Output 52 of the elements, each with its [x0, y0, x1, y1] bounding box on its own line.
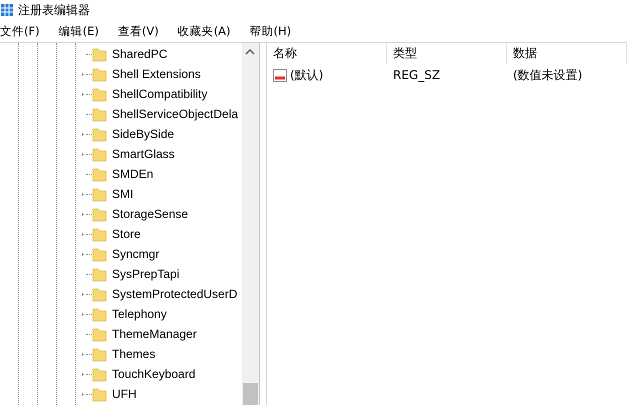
- column-header[interactable]: 名称: [267, 43, 387, 64]
- folder-icon: [92, 146, 107, 162]
- folder-icon: [92, 266, 107, 282]
- menu-item[interactable]: 查看(V): [118, 24, 166, 38]
- column-header[interactable]: 类型: [387, 43, 507, 64]
- tree-item[interactable]: StorageSense: [112, 207, 188, 221]
- value-type: REG_SZ: [392, 68, 442, 82]
- scrollbar-thumb[interactable]: [243, 383, 258, 405]
- tree-item[interactable]: SmartGlass: [112, 147, 175, 161]
- folder-icon: [92, 366, 107, 382]
- tree-item[interactable]: Store: [112, 227, 141, 241]
- value-data: (数值未设置): [512, 66, 584, 84]
- window-title: 注册表编辑器: [18, 2, 90, 18]
- folder-icon: [92, 126, 107, 142]
- menu-item[interactable]: 帮助(H): [250, 24, 298, 38]
- folder-icon: [92, 186, 107, 202]
- value-name: (默认): [290, 66, 324, 84]
- folder-icon: [92, 346, 107, 362]
- folder-icon: [92, 246, 107, 262]
- folder-icon: [92, 66, 107, 82]
- folder-icon: [92, 46, 107, 62]
- tree-item[interactable]: SysPrepTapi: [112, 267, 180, 281]
- folder-icon: [92, 166, 107, 182]
- folder-icon: [92, 286, 107, 302]
- tree-item[interactable]: Syncmgr: [112, 247, 160, 261]
- menu-item[interactable]: 编辑(E): [58, 24, 106, 38]
- tree-item[interactable]: Telephony: [112, 307, 167, 321]
- tree-item[interactable]: TouchKeyboard: [112, 367, 196, 381]
- column-header[interactable]: 数据: [507, 43, 627, 64]
- tree-item[interactable]: SharedPC: [112, 47, 168, 61]
- folder-icon: [92, 206, 107, 222]
- folder-icon: [92, 106, 107, 122]
- tree-item[interactable]: Themes: [112, 347, 156, 361]
- scrollbar[interactable]: [242, 43, 260, 405]
- folder-icon: [92, 86, 107, 102]
- folder-icon: [92, 306, 107, 322]
- tree-item[interactable]: SMI: [112, 187, 134, 201]
- tree-item[interactable]: ShellServiceObjectDela: [112, 107, 238, 121]
- folder-icon: [92, 386, 107, 402]
- folder-icon: [92, 226, 107, 242]
- tree-item[interactable]: ThemeManager: [112, 327, 197, 341]
- tree-item[interactable]: ShellCompatibility: [112, 87, 208, 101]
- menu-item[interactable]: 文件(F): [0, 24, 47, 38]
- string-value-icon: [273, 68, 287, 82]
- tree-item[interactable]: Shell Extensions: [112, 67, 201, 81]
- tree-item[interactable]: SystemProtectedUserD: [112, 287, 238, 301]
- tree-item[interactable]: SMDEn: [112, 167, 154, 181]
- tree-item[interactable]: SideBySide: [112, 127, 174, 141]
- menu-item[interactable]: 收藏夹(A): [178, 24, 238, 38]
- tree-item[interactable]: UFH: [112, 387, 137, 401]
- folder-icon: [92, 326, 107, 342]
- scroll-up-icon[interactable]: [245, 49, 256, 55]
